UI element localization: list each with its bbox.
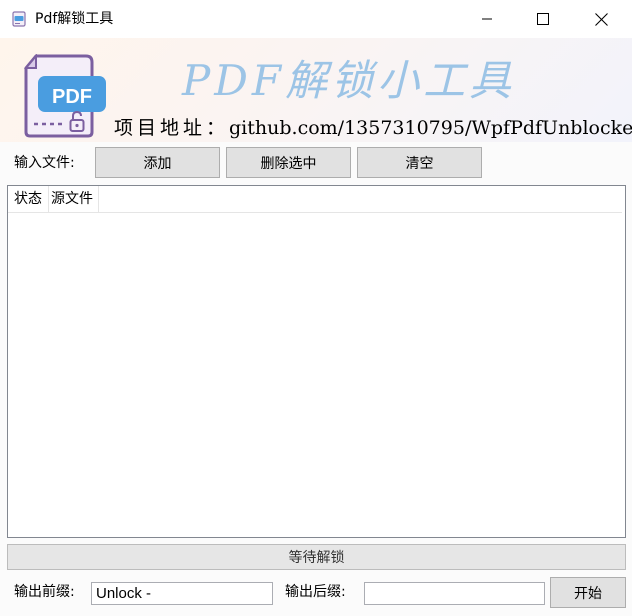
- close-button[interactable]: [572, 0, 630, 38]
- close-icon: [594, 12, 608, 26]
- title-bar[interactable]: Pdf解锁工具: [0, 0, 632, 38]
- minimize-icon: [482, 18, 492, 20]
- address-label: 项目地址：: [114, 117, 230, 139]
- window-title: Pdf解锁工具: [35, 11, 114, 27]
- address-url[interactable]: github.com/1357310795/WpfPdfUnblocker: [229, 117, 632, 139]
- column-header-status[interactable]: 状态: [8, 186, 49, 212]
- app-icon: [12, 11, 26, 27]
- status-bar: 等待解锁: [7, 544, 626, 570]
- brand-title: PDF解锁小工具: [182, 56, 516, 105]
- add-button[interactable]: 添加: [95, 147, 220, 178]
- delete-selected-button[interactable]: 删除选中: [226, 147, 351, 178]
- maximize-button[interactable]: [514, 0, 572, 38]
- input-file-label: 输入文件:: [14, 155, 75, 171]
- maximize-icon: [537, 13, 549, 25]
- header-banner: PDF PDF解锁小工具 项目地址：github.com/1357310795/…: [0, 38, 632, 142]
- column-header-source[interactable]: 源文件: [49, 186, 99, 212]
- suffix-label: 输出后缀:: [285, 584, 346, 600]
- project-address: 项目地址：github.com/1357310795/WpfPdfUnblock…: [114, 116, 632, 140]
- prefix-label: 输出前缀:: [14, 584, 75, 600]
- svg-text:PDF: PDF: [52, 86, 92, 108]
- app-window: Pdf解锁工具 PDF PDF解锁小工具 项目地址：github.com/135: [0, 0, 632, 616]
- file-list-header: 状态 源文件: [8, 186, 622, 213]
- suffix-input[interactable]: [364, 582, 545, 605]
- file-list[interactable]: 状态 源文件: [7, 185, 626, 538]
- clear-button[interactable]: 清空: [357, 147, 482, 178]
- prefix-input[interactable]: Unlock -: [91, 582, 273, 605]
- start-button[interactable]: 开始: [550, 577, 626, 608]
- pdf-lock-logo-icon: PDF: [23, 54, 106, 138]
- minimize-button[interactable]: [458, 0, 516, 38]
